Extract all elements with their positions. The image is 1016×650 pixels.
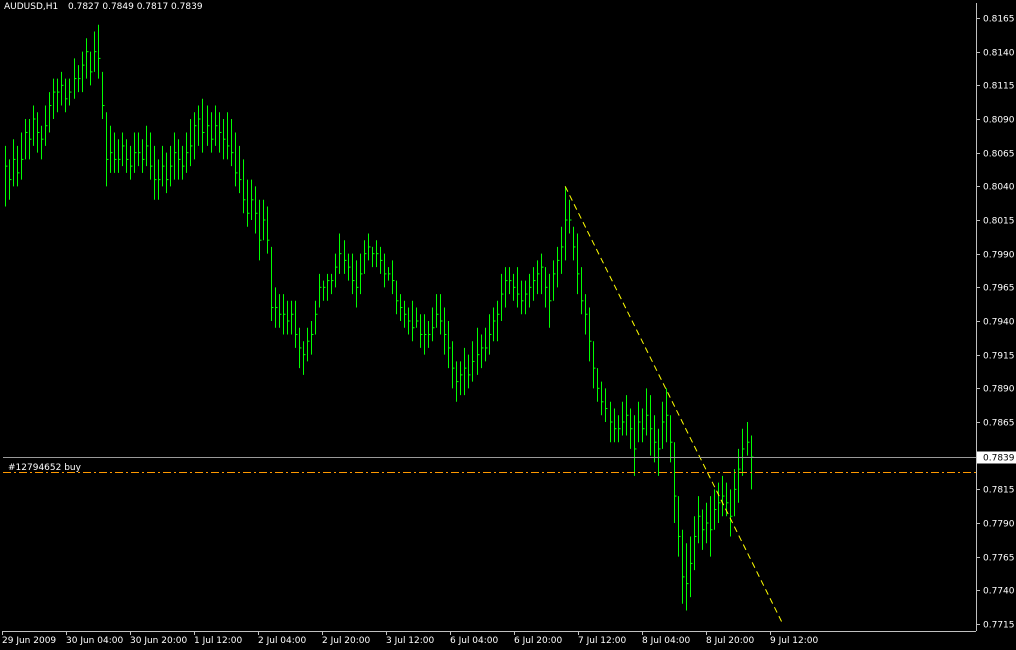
time-tick-label: 2 Jul 20:00 [322, 636, 371, 646]
price-tick-label: 0.7790 [983, 520, 1015, 530]
current-price-label: 0.7839 [977, 451, 1016, 464]
current-price-text: 0.7839 [983, 454, 1015, 464]
price-tick-label: 0.7815 [983, 486, 1015, 496]
time-tick-label: 2 Jul 04:00 [258, 636, 307, 646]
chart-symbol-title: AUDUSD,H1 [4, 2, 58, 12]
price-tick-label: 0.7915 [983, 352, 1015, 362]
price-tick-label: 0.8140 [983, 49, 1015, 59]
time-tick-label: 6 Jul 20:00 [514, 636, 563, 646]
time-tick-label: 1 Jul 12:00 [194, 636, 243, 646]
price-tick-label: 0.7715 [983, 621, 1015, 631]
time-tick-label: 8 Jul 04:00 [642, 636, 691, 646]
price-tick-label: 0.8015 [983, 217, 1015, 227]
time-tick-label: 30 Jun 20:00 [130, 636, 187, 646]
price-tick-label: 0.7940 [983, 318, 1015, 328]
price-chart[interactable]: 0.8165 0.8140 0.8115 0.8090 0.8065 0.8040 0.80… [0, 0, 1016, 650]
price-tick-label: 0.7740 [983, 587, 1015, 597]
time-tick-label: 30 Jun 04:00 [66, 636, 123, 646]
time-tick-label: 3 Jul 12:00 [386, 636, 435, 646]
price-tick-label: 0.8115 [983, 82, 1015, 92]
price-tick-label: 0.8090 [983, 116, 1015, 126]
time-tick-label: 8 Jul 20:00 [706, 636, 755, 646]
price-tick-label: 0.8040 [983, 183, 1015, 193]
price-tick-label: 0.7865 [983, 419, 1015, 429]
price-tick-label: 0.8165 [983, 15, 1015, 25]
chart-background [0, 0, 1016, 650]
time-tick-label: 7 Jul 12:00 [578, 636, 627, 646]
price-tick-label: 0.7990 [983, 251, 1015, 261]
time-tick-label: 6 Jul 04:00 [450, 636, 499, 646]
price-tick-label: 0.7765 [983, 554, 1015, 564]
time-tick-label: 29 Jun 2009 [2, 636, 56, 646]
time-tick-label: 9 Jul 12:00 [770, 636, 819, 646]
order-label[interactable]: #12794652 buy [8, 463, 82, 473]
price-tick-label: 0.7890 [983, 385, 1015, 395]
price-tick-label: 0.8065 [983, 150, 1015, 160]
price-tick-label: 0.7965 [983, 284, 1015, 294]
chart-ohlc-values: 0.7827 0.7849 0.7817 0.7839 [68, 2, 203, 12]
